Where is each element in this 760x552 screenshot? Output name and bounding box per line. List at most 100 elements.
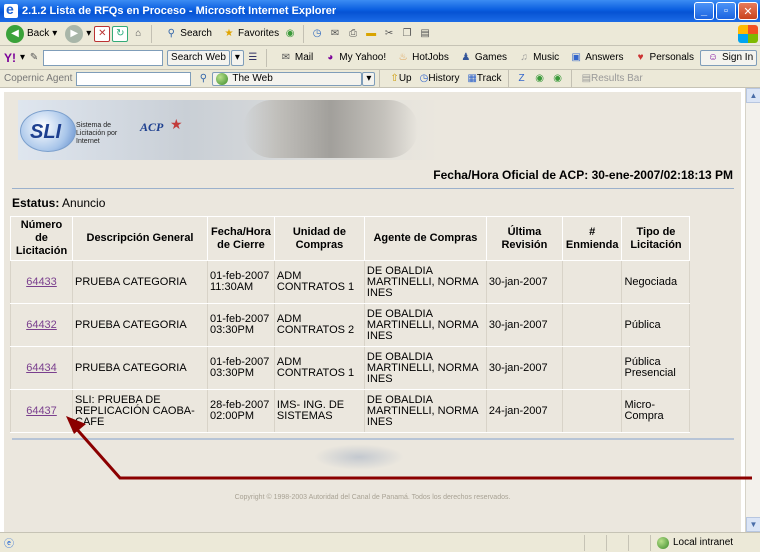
- table-row: 64437 SLI: PRUEBA DE REPLICACIÓN CAOBA-CA…: [10, 389, 691, 433]
- sli-logo: SLI: [20, 110, 76, 152]
- copernic-toolbar: Copernic Agent ⚲ The Web ▾ ⇧ Up ◷ History …: [0, 70, 760, 88]
- search-web-button[interactable]: Search Web: [167, 49, 230, 66]
- search-button[interactable]: ⚲ Search: [160, 26, 214, 42]
- dropdown-arrow-icon[interactable]: ▾: [20, 52, 25, 63]
- media-icon[interactable]: ◉: [282, 26, 298, 42]
- edit-icon[interactable]: ▬: [363, 26, 379, 42]
- toolbar-separator: [379, 70, 381, 87]
- my-yahoo-button[interactable]: ◕ My Yahoo!: [319, 50, 388, 66]
- vertical-scrollbar[interactable]: ▲ ▼: [745, 88, 760, 532]
- home-icon[interactable]: ⌂: [130, 26, 146, 42]
- page-icon: ⓔ: [4, 539, 14, 550]
- amendment-cell: [561, 260, 623, 304]
- licitacion-number-link[interactable]: 64433: [26, 276, 57, 288]
- mail-icon[interactable]: ✉: [327, 26, 343, 42]
- security-zone: Local intranet: [650, 534, 760, 551]
- scope-dropdown-button[interactable]: ▾: [362, 71, 376, 86]
- favorites-button[interactable]: ★ Favorites: [218, 26, 281, 42]
- up-label: Up: [398, 73, 412, 84]
- dropdown-arrow-icon: ▾: [52, 28, 58, 39]
- purchasing-agent-cell: DE OBALDIA MARTINELLI, NORMA INES: [363, 260, 487, 304]
- search-dropdown-button[interactable]: ▾: [230, 49, 244, 66]
- scroll-up-icon[interactable]: ▲: [746, 88, 760, 103]
- sign-in-button[interactable]: ☺ Sign In: [700, 49, 758, 66]
- toolbar-separator: [151, 24, 153, 43]
- forward-button[interactable]: ▶ ▾: [63, 24, 93, 43]
- zoom-icon[interactable]: Z: [514, 71, 530, 87]
- maximize-button[interactable]: ▫: [716, 2, 736, 20]
- games-icon: ♟: [461, 52, 471, 63]
- fecha-label: Fecha/Hora Oficial de ACP:: [433, 168, 589, 182]
- scope-select[interactable]: The Web: [212, 71, 363, 86]
- column-header: Última Revisión: [485, 216, 563, 261]
- pencil-icon[interactable]: ✎: [26, 50, 42, 66]
- personals-label: Personals: [649, 52, 695, 63]
- licitacion-number-link[interactable]: 64434: [26, 362, 57, 374]
- licitacion-number-cell: 64432: [10, 303, 73, 347]
- personals-button[interactable]: ♥ Personals: [630, 50, 696, 66]
- copy-icon[interactable]: ❐: [399, 26, 415, 42]
- licitacion-number-cell: 64437: [10, 389, 73, 433]
- window-title-bar[interactable]: 2.1.2 Lista de RFQs en Proceso - Microso…: [0, 0, 760, 22]
- menu-icon[interactable]: ☰: [245, 50, 261, 66]
- up-button[interactable]: ⇧ Up: [388, 73, 413, 84]
- standard-toolbar: ◀ Back ▾ ▶ ▾ ✕ ↻ ⌂ ⚲ Search ★ Favorites ◉ …: [0, 22, 760, 46]
- official-datetime: Fecha/Hora Oficial de ACP: 30-ene-2007/0…: [433, 168, 733, 182]
- track-label: Track: [476, 73, 502, 84]
- copernic-search-input[interactable]: [76, 71, 192, 86]
- my-yahoo-icon: ◕: [327, 52, 334, 63]
- back-button[interactable]: ◀ Back ▾: [4, 24, 59, 43]
- results-icon: ▤: [581, 73, 592, 84]
- search-icon[interactable]: ⚲: [195, 71, 211, 87]
- last-revision-cell: 30-jan-2007: [485, 303, 563, 347]
- hotjobs-label: HotJobs: [412, 52, 449, 63]
- footer-divider: [12, 438, 734, 440]
- history-button[interactable]: ◷ History: [418, 73, 462, 84]
- table-row: 64432 PRUEBA CATEGORIA 01-feb-2007 03:30PM…: [10, 303, 691, 347]
- games-button[interactable]: ♟ Games: [455, 50, 509, 66]
- refresh-icon[interactable]: ↻: [112, 25, 129, 42]
- purchasing-unit-cell: ADM CONTRATOS 2: [273, 303, 365, 347]
- results-bar-button[interactable]: ▤ Results Bar: [580, 73, 645, 84]
- licitacion-number-cell: 64434: [10, 346, 73, 390]
- go-alt-icon[interactable]: ◉: [550, 71, 566, 87]
- paste-icon[interactable]: ▤: [417, 26, 433, 42]
- cut-icon[interactable]: ✂: [381, 26, 397, 42]
- scroll-down-icon[interactable]: ▼: [746, 517, 760, 532]
- envelope-icon: ✉: [281, 52, 291, 63]
- hotjobs-button[interactable]: ♨ HotJobs: [392, 50, 451, 66]
- licitacion-number-link[interactable]: 64437: [26, 405, 57, 417]
- purchasing-agent-cell: DE OBALDIA MARTINELLI, NORMA INES: [363, 303, 487, 347]
- track-button[interactable]: ▦ Track: [465, 73, 503, 84]
- history-icon: ◷: [419, 73, 429, 84]
- track-icon: ▦: [467, 73, 477, 84]
- back-arrow-icon: ◀: [6, 24, 24, 43]
- licitacion-number-link[interactable]: 64432: [26, 319, 57, 331]
- sli-caption: Sistema de Licitación por Internet: [76, 122, 118, 145]
- answers-button[interactable]: ▣ Answers: [565, 50, 625, 66]
- stop-icon[interactable]: ✕: [94, 25, 111, 42]
- status-cell: [606, 534, 628, 551]
- favorites-label: Favorites: [237, 28, 280, 39]
- close-button[interactable]: ✕: [738, 2, 758, 20]
- yahoo-logo-icon: Y!: [4, 50, 16, 65]
- status-line: Estatus: Anuncio: [12, 196, 105, 210]
- back-label: Back: [27, 28, 50, 39]
- forward-arrow-icon: ▶: [65, 24, 84, 43]
- yahoo-search-input[interactable]: [43, 49, 164, 66]
- sign-in-label: Sign In: [722, 52, 754, 63]
- music-button[interactable]: ♫ Music: [513, 50, 561, 66]
- table-header-row: Número de Licitación Descripción General…: [10, 216, 691, 261]
- closing-date-cell: 01-feb-2007 03:30PM: [207, 346, 275, 390]
- user-icon: ☺: [707, 52, 719, 63]
- heart-icon: ♥: [637, 52, 644, 63]
- hotjobs-icon: ♨: [398, 52, 408, 63]
- intranet-icon: [657, 536, 669, 549]
- mail-button[interactable]: ✉ Mail: [275, 50, 315, 66]
- print-icon[interactable]: ⎙: [345, 26, 361, 42]
- go-icon[interactable]: ◉: [532, 71, 548, 87]
- my-yahoo-label: My Yahoo!: [339, 52, 387, 63]
- minimize-button[interactable]: _: [694, 2, 714, 20]
- acp-star-icon: ★: [170, 116, 183, 132]
- history-icon[interactable]: ◷: [309, 26, 325, 42]
